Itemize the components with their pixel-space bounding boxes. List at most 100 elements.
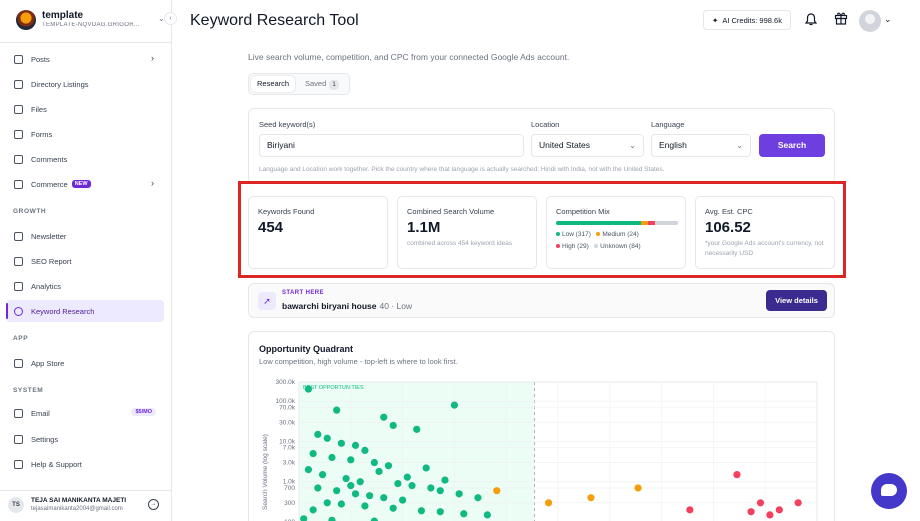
workspace-subtitle: TEMPLATE-NQVDAG.GRIGOR... [42, 22, 140, 28]
scatter-point-low [403, 473, 411, 481]
competition-mix-bar [556, 221, 678, 225]
scatter-point-low [370, 458, 378, 467]
scatter-point-low [309, 506, 317, 514]
stat-value: 106.52 [705, 219, 751, 236]
language-value: English [659, 140, 687, 150]
scatter-point-high [794, 499, 802, 507]
y-tick-label: 70.0k [279, 404, 296, 411]
section-label-app: APP [13, 335, 29, 342]
stat-value: 1.1M [407, 219, 441, 236]
legend-unknown: Unknown (84) [600, 243, 641, 250]
mix-legend-row: Low (317) Medium (24) [556, 231, 639, 238]
sidebar-item-app-store[interactable]: App Store [6, 352, 164, 374]
search-button[interactable]: Search [759, 134, 825, 157]
tab-research[interactable]: Research [251, 76, 296, 92]
user-name: TEJA SAI MANIKANTA MAJETI [31, 497, 127, 504]
stat-title: Keywords Found [258, 207, 315, 216]
sidebar-item-files[interactable]: Files [6, 98, 164, 120]
user-profile: TS TEJA SAI MANIKANTA MAJETI tejasaimani… [0, 490, 172, 521]
mix-segment-high [647, 221, 656, 225]
scatter-point-medium [493, 487, 501, 495]
list-icon [14, 79, 23, 89]
scatter-point-medium [587, 494, 595, 502]
user-avatar[interactable] [859, 10, 881, 32]
bell-icon[interactable] [805, 13, 817, 26]
quadrant-title: Opportunity Quadrant [259, 344, 353, 354]
rocket-icon: ➚ [258, 292, 276, 310]
scatter-point-low [399, 496, 407, 504]
scatter-point-low [333, 487, 341, 495]
scatter-point-low [460, 510, 468, 518]
workspace-switcher[interactable]: template TEMPLATE-NQVDAG.GRIGOR... ⌄ [10, 8, 168, 34]
chevron-down-icon: ⌄ [629, 141, 636, 150]
language-select[interactable]: English ⌄ [651, 134, 751, 157]
scatter-point-low [328, 453, 336, 462]
sidebar-item-help-support[interactable]: Help & Support [6, 453, 164, 475]
sidebar-item-posts[interactable]: Posts › [6, 48, 164, 70]
scatter-point-low [309, 449, 317, 458]
scatter-point-medium [634, 484, 642, 492]
mail-icon [14, 231, 23, 241]
collapse-sidebar-button[interactable]: ‹ [164, 12, 177, 25]
new-badge: NEW [71, 180, 91, 188]
scatter-point-low [436, 487, 444, 495]
stat-combined-volume: Combined Search Volume 1.1M combined acr… [397, 196, 537, 269]
page-title: Keyword Research Tool [190, 12, 359, 29]
tab-saved[interactable]: Saved 1 [299, 76, 345, 92]
scatter-point-low [380, 413, 388, 421]
sidebar-item-label: Keyword Research [31, 306, 95, 316]
sidebar-item-commerce[interactable]: Commerce NEW › [6, 173, 164, 195]
sidebar-item-comments[interactable]: Comments [6, 148, 164, 170]
sidebar-item-seo-report[interactable]: SEO Report [6, 250, 164, 272]
scatter-point-low [366, 492, 374, 500]
comment-icon [14, 154, 23, 164]
ai-credits-button[interactable]: ✦ AI Credits: 998.6k [703, 10, 791, 30]
chevron-down-icon[interactable]: ⌄ [884, 14, 892, 25]
price-badge: $5/MO [131, 408, 156, 416]
sidebar-item-email[interactable]: Email $5/MO [6, 402, 164, 424]
ai-credits-label: AI Credits: 998.6k [722, 15, 782, 25]
scatter-point-low [333, 406, 341, 414]
scatter-point-low [436, 508, 444, 516]
seed-keyword-label: Seed keyword(s) [259, 120, 316, 129]
workspace-logo [16, 10, 36, 30]
search-icon [14, 306, 23, 316]
mix-segment-low [556, 221, 642, 225]
sidebar-item-directory-listings[interactable]: Directory Listings [6, 73, 164, 95]
y-tick-label: 7.0k [283, 445, 296, 452]
scatter-point-low [427, 484, 435, 492]
gift-icon[interactable] [834, 11, 848, 25]
sidebar-item-keyword-research[interactable]: Keyword Research [6, 300, 164, 322]
stat-title: Avg. Est. CPC [705, 207, 753, 216]
scatter-point-high [733, 471, 741, 479]
sidebar-item-forms[interactable]: Forms [6, 123, 164, 145]
sidebar-item-label: Analytics [31, 281, 62, 291]
mail-icon [14, 408, 23, 418]
scatter-point-low [361, 502, 369, 510]
best-opportunities-region [299, 382, 535, 521]
location-label: Location [531, 120, 560, 129]
tab-bar: Research Saved 1 [248, 73, 350, 95]
opportunity-quadrant-card: Opportunity Quadrant Low competition, hi… [248, 331, 835, 521]
page-subtitle: Live search volume, competition, and CPC… [248, 52, 570, 62]
stat-keywords-found: Keywords Found 454 [248, 196, 388, 269]
gear-icon [14, 434, 23, 444]
chat-widget-button[interactable] [871, 473, 907, 509]
scatter-point-low [318, 471, 327, 479]
store-icon [14, 358, 23, 368]
section-label-growth: GROWTH [13, 208, 47, 215]
y-tick-label: 300 [284, 500, 295, 507]
sidebar-item-settings[interactable]: Settings [6, 428, 164, 450]
logout-icon[interactable]: → [148, 499, 159, 510]
scatter-point-low [389, 421, 397, 430]
scatter-point-high [766, 511, 774, 519]
sidebar-item-analytics[interactable]: Analytics [6, 275, 164, 297]
seed-keyword-input[interactable]: Biriyani [259, 134, 524, 157]
location-select[interactable]: United States ⌄ [531, 134, 644, 157]
legend-dot-low [556, 232, 560, 237]
sidebar-item-newsletter[interactable]: Newsletter [6, 225, 164, 247]
view-details-button[interactable]: View details [766, 290, 827, 311]
sidebar-item-label: SEO Report [31, 256, 72, 266]
cart-icon [14, 179, 23, 189]
folder-icon [14, 104, 23, 114]
